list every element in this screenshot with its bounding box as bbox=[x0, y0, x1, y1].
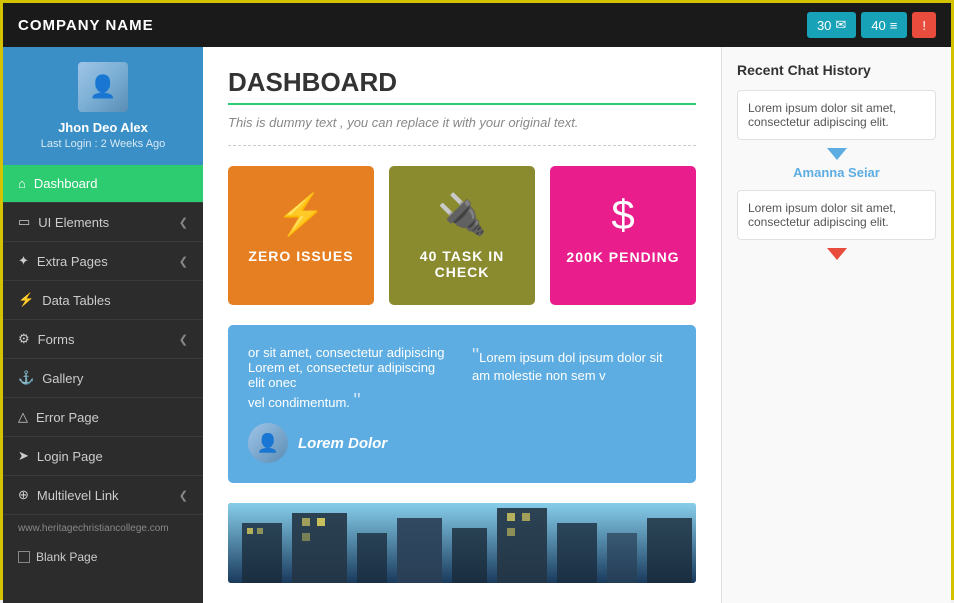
gallery-icon: ⚓ bbox=[18, 370, 34, 386]
mail-button[interactable]: 30 ✉ bbox=[807, 12, 856, 38]
mail-icon: ✉ bbox=[835, 17, 846, 33]
sidebar-item-label: Gallery bbox=[42, 371, 83, 386]
avatar: 👤 bbox=[78, 62, 128, 112]
testimonial-right: "Lorem ipsum dol ipsum dolor sit am mole… bbox=[472, 345, 676, 463]
chevron-right-icon: ❮ bbox=[179, 489, 188, 502]
close-quote-icon: " bbox=[354, 390, 361, 412]
stat-card-label: 200K PENDING bbox=[565, 249, 681, 265]
sidebar-item-label: Data Tables bbox=[42, 293, 110, 308]
testimonial-card: or sit amet, consectetur adipiscing Lore… bbox=[228, 325, 696, 483]
dollar-icon: $ bbox=[565, 191, 681, 239]
sidebar-item-extra-pages[interactable]: ✦ Extra Pages ❮ bbox=[3, 242, 203, 281]
plug-icon: 🔌 bbox=[404, 191, 520, 238]
alert-icon: ! bbox=[922, 18, 926, 33]
main-layout: 👤 Jhon Deo Alex Last Login : 2 Weeks Ago… bbox=[3, 47, 951, 603]
author-name: Lorem Dolor bbox=[298, 435, 387, 452]
testimonial-author: 👤 Lorem Dolor bbox=[248, 423, 452, 463]
multilevel-link-icon: ⊕ bbox=[18, 487, 29, 503]
right-panel-chat: Recent Chat History Lorem ipsum dolor si… bbox=[721, 47, 951, 603]
chat-message-text: Lorem ipsum dolor sit amet, consectetur … bbox=[748, 201, 896, 229]
data-tables-icon: ⚡ bbox=[18, 292, 34, 308]
chat-title: Recent Chat History bbox=[737, 62, 936, 78]
page-title: DASHBOARD bbox=[228, 67, 696, 98]
nav-icon-group: 30 ✉ 40 ≡ ! bbox=[807, 12, 936, 38]
login-page-icon: ➤ bbox=[18, 448, 29, 464]
sidebar-item-label: Error Page bbox=[36, 410, 99, 425]
main-content: DASHBOARD This is dummy text , you can r… bbox=[203, 47, 721, 603]
stat-card-zero-issues[interactable]: ⚡ ZERO ISSUES bbox=[228, 166, 374, 305]
chat-bubble-1: Lorem ipsum dolor sit amet, consectetur … bbox=[737, 90, 936, 140]
company-name: COMPANY NAME bbox=[18, 17, 154, 34]
testimonial-left-text: or sit amet, consectetur adipiscing Lore… bbox=[248, 345, 452, 413]
sidebar-item-login-page[interactable]: ➤ Login Page bbox=[3, 437, 203, 476]
list-icon: ≡ bbox=[890, 18, 898, 33]
page-subtitle: This is dummy text , you can replace it … bbox=[228, 115, 696, 130]
sidebar-lastlogin: Last Login : 2 Weeks Ago bbox=[18, 138, 188, 150]
content-divider bbox=[228, 145, 696, 146]
sidebar-item-forms[interactable]: ⚙ Forms ❮ bbox=[3, 320, 203, 359]
open-quote-icon: " bbox=[472, 345, 479, 367]
list-count: 40 bbox=[871, 18, 885, 33]
sidebar-item-label: Login Page bbox=[37, 449, 103, 464]
stat-card-pending[interactable]: $ 200K PENDING bbox=[550, 166, 696, 305]
extra-pages-icon: ✦ bbox=[18, 253, 29, 269]
building-graphic bbox=[228, 503, 696, 583]
sidebar-item-ui-elements[interactable]: ▭ UI Elements ❮ bbox=[3, 203, 203, 242]
top-navigation: COMPANY NAME 30 ✉ 40 ≡ ! bbox=[3, 3, 951, 47]
avatar-image: 👤 bbox=[78, 62, 128, 112]
sidebar-item-error-page[interactable]: △ Error Page bbox=[3, 398, 203, 437]
page-divider bbox=[228, 103, 696, 105]
author-avatar: 👤 bbox=[248, 423, 288, 463]
sidebar-item-label: Forms bbox=[38, 332, 75, 347]
bolt-icon: ⚡ bbox=[243, 191, 359, 238]
sidebar-item-dashboard[interactable]: ⌂ Dashboard bbox=[3, 165, 203, 203]
sidebar-item-multilevel-link[interactable]: ⊕ Multilevel Link ❮ bbox=[3, 476, 203, 515]
chat-arrow-red-icon bbox=[827, 248, 847, 260]
testimonial-right-text: "Lorem ipsum dol ipsum dolor sit am mole… bbox=[472, 345, 676, 383]
chevron-right-icon: ❮ bbox=[179, 333, 188, 346]
mail-count: 30 bbox=[817, 18, 831, 33]
forms-icon: ⚙ bbox=[18, 331, 30, 347]
chat-bubble-2: Lorem ipsum dolor sit amet, consectetur … bbox=[737, 190, 936, 240]
bottom-image bbox=[228, 503, 696, 583]
chevron-right-icon: ❮ bbox=[179, 255, 188, 268]
sidebar: 👤 Jhon Deo Alex Last Login : 2 Weeks Ago… bbox=[3, 47, 203, 603]
sidebar-item-label: Dashboard bbox=[34, 176, 98, 191]
blank-page-checkbox[interactable] bbox=[18, 551, 30, 563]
stat-card-task-in-check[interactable]: 🔌 40 TASK IN CHECK bbox=[389, 166, 535, 305]
blank-page-label: Blank Page bbox=[36, 550, 97, 564]
dashboard-icon: ⌂ bbox=[18, 176, 26, 191]
chat-arrow-icon bbox=[827, 148, 847, 160]
sidebar-item-label: Extra Pages bbox=[37, 254, 108, 269]
alert-button[interactable]: ! bbox=[912, 12, 936, 38]
testimonial-left: or sit amet, consectetur adipiscing Lore… bbox=[248, 345, 452, 463]
sidebar-item-label: UI Elements bbox=[38, 215, 109, 230]
sidebar-item-gallery[interactable]: ⚓ Gallery bbox=[3, 359, 203, 398]
sidebar-profile: 👤 Jhon Deo Alex Last Login : 2 Weeks Ago bbox=[3, 47, 203, 165]
list-button[interactable]: 40 ≡ bbox=[861, 12, 907, 38]
stat-card-label: ZERO ISSUES bbox=[243, 248, 359, 264]
sidebar-item-blank-page[interactable]: Blank Page bbox=[3, 542, 203, 572]
sidebar-item-data-tables[interactable]: ⚡ Data Tables bbox=[3, 281, 203, 320]
ui-elements-icon: ▭ bbox=[18, 214, 30, 230]
chevron-right-icon: ❮ bbox=[179, 216, 188, 229]
error-page-icon: △ bbox=[18, 409, 28, 425]
chat-message-text: Lorem ipsum dolor sit amet, consectetur … bbox=[748, 101, 896, 129]
stat-cards-container: ⚡ ZERO ISSUES 🔌 40 TASK IN CHECK $ 200K … bbox=[228, 166, 696, 305]
sidebar-username: Jhon Deo Alex bbox=[18, 120, 188, 135]
sidebar-item-label: Multilevel Link bbox=[37, 488, 119, 503]
sidebar-footer-url: www.heritagechristiancollege.com bbox=[3, 515, 203, 542]
chat-sender-name: Amanna Seiar bbox=[737, 165, 936, 180]
stat-card-label: 40 TASK IN CHECK bbox=[404, 248, 520, 280]
